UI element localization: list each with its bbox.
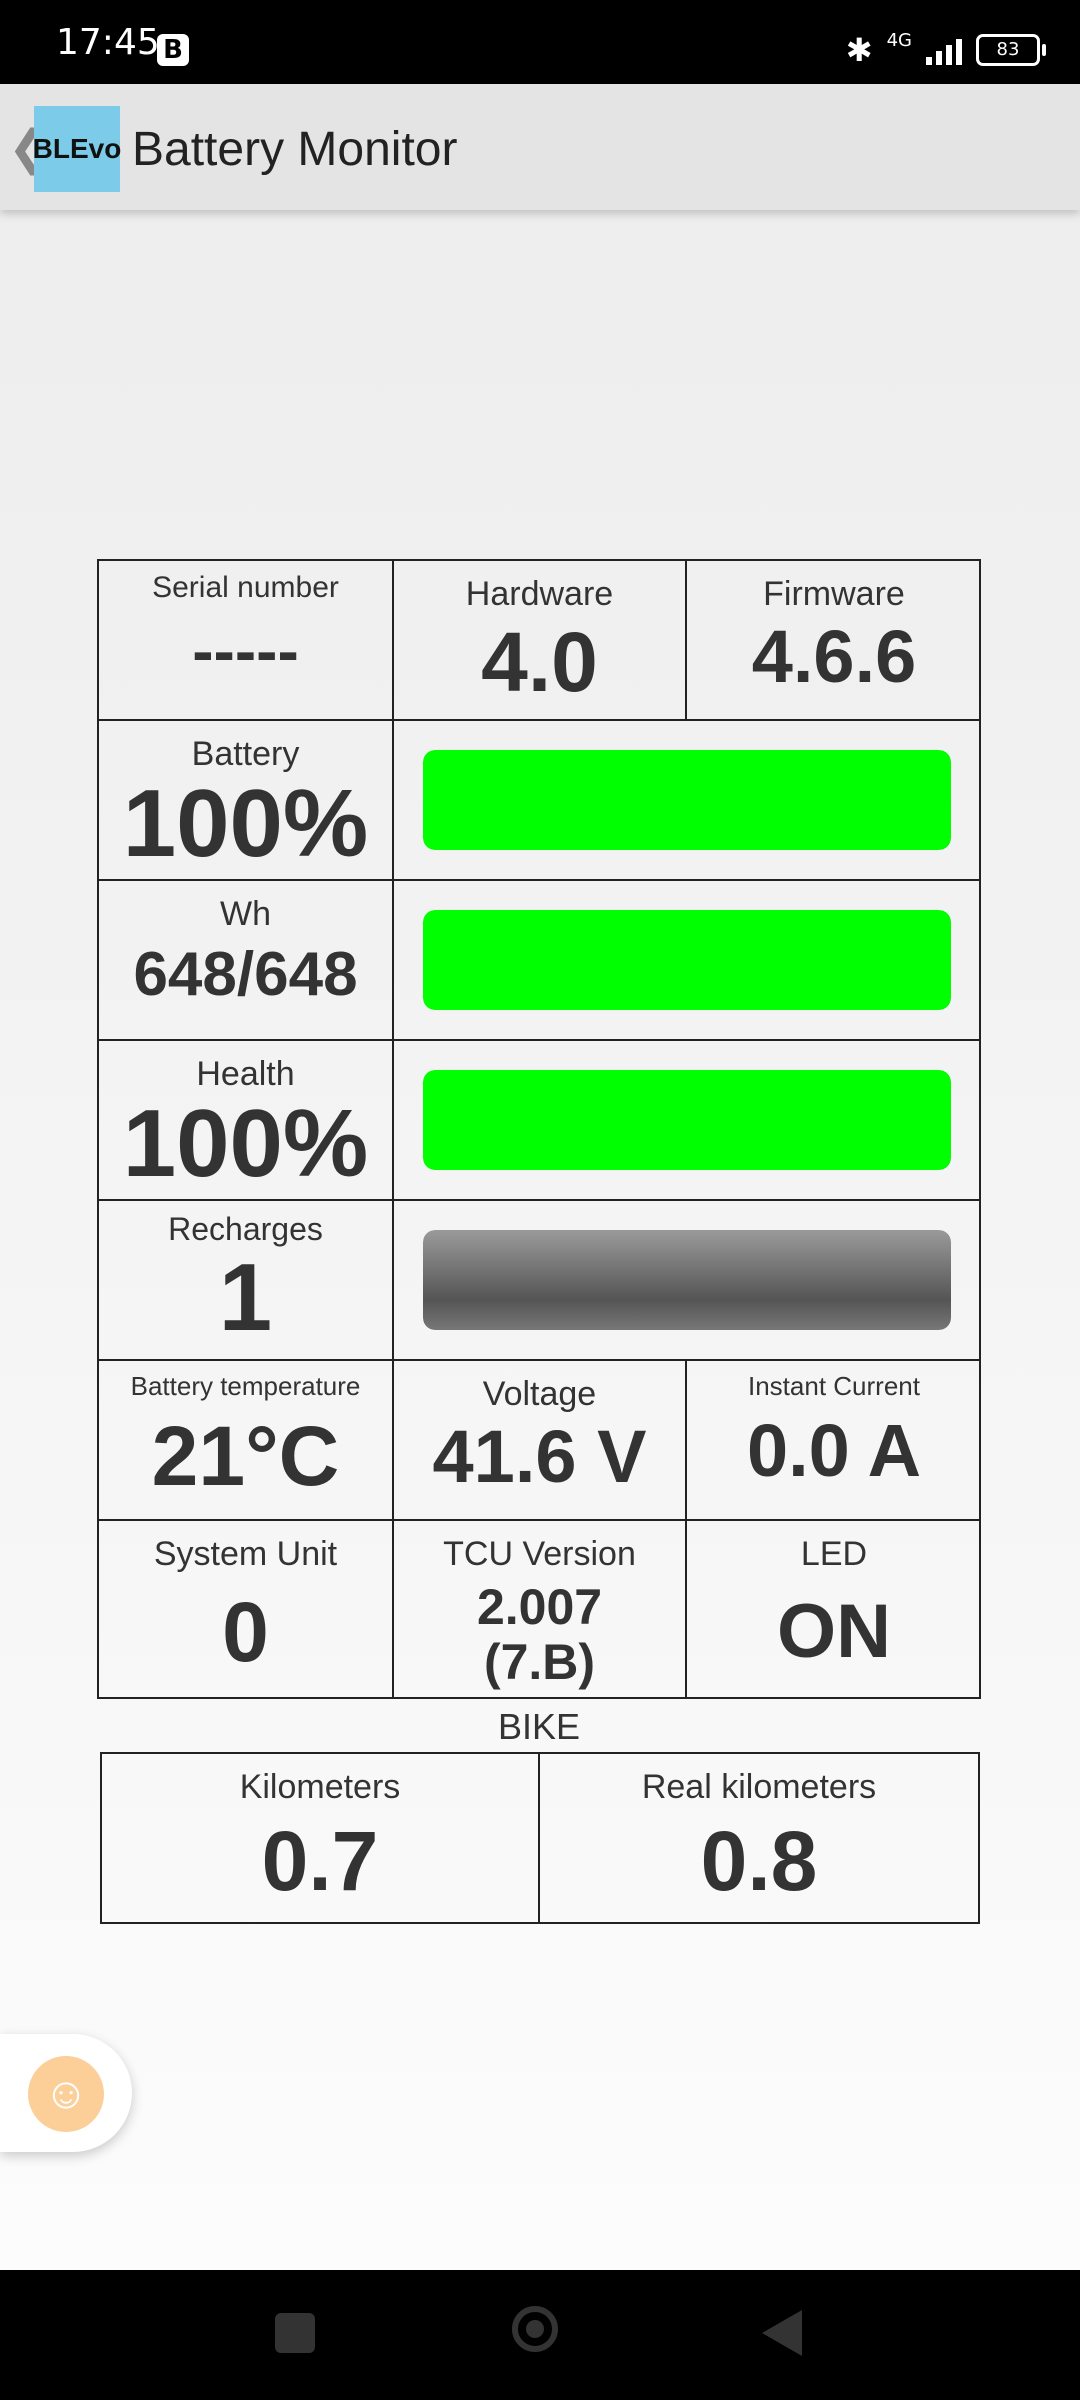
battery-bar bbox=[422, 750, 951, 850]
hardware-cell: Hardware 4.0 bbox=[394, 561, 687, 721]
wh-value: 648/648 bbox=[133, 940, 358, 1009]
battery-info-grid: Serial number ----- Hardware 4.0 Firmwar… bbox=[97, 559, 981, 1699]
wh-cell: Wh 648/648 bbox=[99, 881, 394, 1041]
led-value: ON bbox=[777, 1589, 891, 1674]
signal-icon bbox=[926, 35, 962, 65]
led-label: LED bbox=[800, 1535, 868, 1573]
tcu-cell: TCU Version 2.007 (7.B) bbox=[394, 1521, 687, 1697]
led-cell: LED ON bbox=[687, 1521, 981, 1697]
recents-button[interactable] bbox=[275, 2313, 315, 2353]
health-cell: Health 100% bbox=[99, 1041, 394, 1201]
voltage-label: Voltage bbox=[482, 1375, 597, 1413]
tcu-value-line1: 2.007 bbox=[476, 1579, 603, 1635]
status-time: 17:45 bbox=[56, 22, 160, 63]
firmware-cell: Firmware 4.6.6 bbox=[687, 561, 981, 721]
app-bar: ❮ BLEvo Battery Monitor bbox=[0, 84, 1080, 210]
navigation-bar bbox=[0, 2270, 1080, 2400]
real-kilometers-label: Real kilometers bbox=[641, 1768, 877, 1806]
system-unit-label: System Unit bbox=[153, 1535, 338, 1573]
recharges-bar bbox=[422, 1230, 951, 1330]
wh-bar-cell bbox=[394, 881, 981, 1041]
bike-grid: Kilometers 0.7 Real kilometers 0.8 bbox=[100, 1752, 980, 1924]
battery-cell: Battery 100% bbox=[99, 721, 394, 881]
current-cell: Instant Current 0.0 A bbox=[687, 1361, 981, 1521]
hardware-value: 4.0 bbox=[481, 615, 598, 709]
wh-bar-fill bbox=[422, 910, 951, 1010]
recharges-value: 1 bbox=[218, 1244, 273, 1351]
battery-icon: 83 bbox=[976, 34, 1046, 66]
status-bar: 17:45 B ✱ 4G 83 bbox=[0, 0, 1080, 84]
recharges-bar-fill bbox=[422, 1230, 951, 1330]
temperature-cell: Battery temperature 21°C bbox=[99, 1361, 394, 1521]
health-bar-fill bbox=[422, 1070, 951, 1170]
real-kilometers-cell: Real kilometers 0.8 bbox=[540, 1754, 978, 1922]
firmware-value: 4.6.6 bbox=[751, 615, 917, 698]
temperature-label: Battery temperature bbox=[130, 1371, 361, 1401]
health-bar bbox=[422, 1070, 951, 1170]
serial-label: Serial number bbox=[152, 571, 339, 604]
accessibility-icon: ☺ bbox=[28, 2056, 104, 2132]
hardware-label: Hardware bbox=[465, 575, 614, 613]
app-logo[interactable]: BLEvo bbox=[33, 106, 121, 192]
current-label: Instant Current bbox=[748, 1371, 920, 1401]
current-value: 0.0 A bbox=[746, 1409, 922, 1492]
system-unit-cell: System Unit 0 bbox=[99, 1521, 394, 1697]
recharges-bar-cell bbox=[394, 1201, 981, 1361]
health-value: 100% bbox=[122, 1090, 369, 1197]
accessibility-button[interactable]: ☺ bbox=[0, 2034, 132, 2152]
home-button[interactable] bbox=[512, 2306, 558, 2352]
bluetooth-icon: ✱ bbox=[845, 31, 873, 69]
notification-badge: B bbox=[157, 34, 189, 66]
temperature-value: 21°C bbox=[151, 1409, 340, 1503]
voltage-cell: Voltage 41.6 V bbox=[394, 1361, 687, 1521]
tcu-label: TCU Version bbox=[443, 1535, 636, 1573]
kilometers-cell: Kilometers 0.7 bbox=[102, 1754, 540, 1922]
health-label: Health bbox=[196, 1055, 295, 1093]
firmware-label: Firmware bbox=[763, 575, 905, 613]
battery-value: 100% bbox=[122, 770, 369, 877]
wh-bar bbox=[422, 910, 951, 1010]
back-button[interactable] bbox=[762, 2310, 802, 2356]
battery-bar-cell bbox=[394, 721, 981, 881]
recharges-cell: Recharges 1 bbox=[99, 1201, 394, 1361]
status-icons: ✱ 4G 83 bbox=[845, 29, 1046, 70]
bike-section-title: BIKE bbox=[497, 1706, 581, 1747]
voltage-value: 41.6 V bbox=[432, 1415, 647, 1498]
network-type: 4G bbox=[886, 29, 912, 51]
real-kilometers-value: 0.8 bbox=[700, 1814, 818, 1908]
serial-value: ----- bbox=[192, 615, 299, 687]
system-unit-value: 0 bbox=[222, 1585, 269, 1679]
serial-cell: Serial number ----- bbox=[99, 561, 394, 721]
health-bar-cell bbox=[394, 1041, 981, 1201]
recharges-label: Recharges bbox=[168, 1211, 323, 1247]
battery-bar-fill bbox=[422, 750, 951, 850]
battery-label: Battery bbox=[191, 735, 300, 773]
wh-label: Wh bbox=[220, 895, 271, 933]
kilometers-value: 0.7 bbox=[261, 1814, 379, 1908]
tcu-value-line2: (7.B) bbox=[483, 1634, 596, 1690]
page-title: Battery Monitor bbox=[132, 123, 458, 176]
kilometers-label: Kilometers bbox=[239, 1768, 401, 1806]
